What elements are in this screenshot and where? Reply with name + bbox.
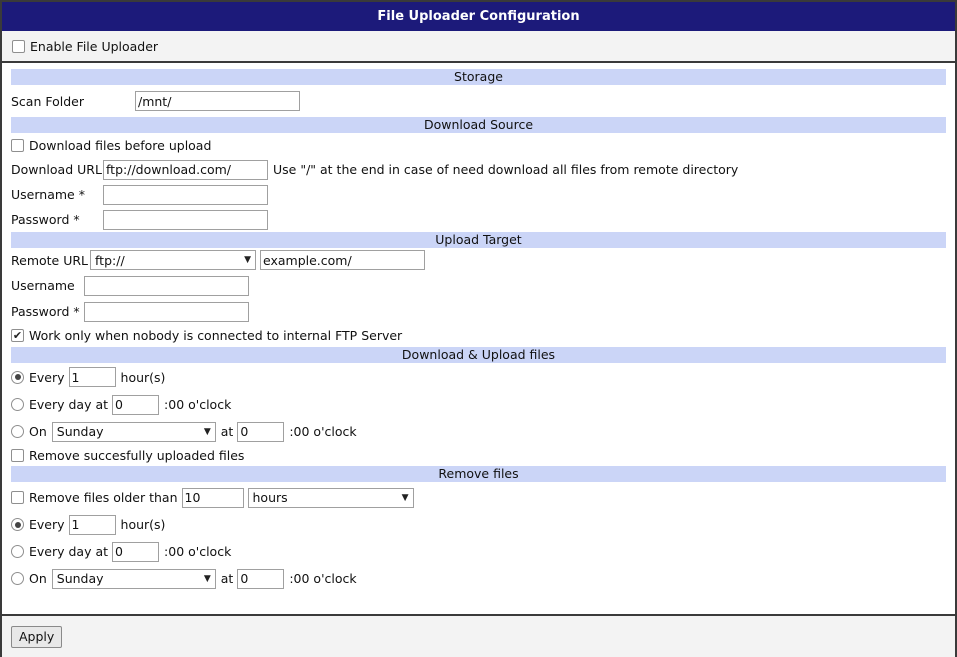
rf-every-input[interactable] [68, 514, 116, 535]
section-storage-header: Storage [11, 69, 946, 85]
older-than-checkbox[interactable] [11, 491, 24, 504]
scan-folder-input[interactable] [135, 91, 300, 111]
rf-on-row: On Sunday ▼ at :00 o'clock [11, 567, 946, 590]
upload-username-input[interactable] [84, 275, 249, 296]
radio-selected-dot [14, 521, 21, 528]
du-every-day-label: Every day at [29, 397, 109, 412]
section-remove-files-header: Remove files [11, 466, 946, 482]
download-password-row: Password * [11, 207, 946, 232]
du-every-day-row: Every day at :00 o'clock [11, 391, 946, 418]
scan-folder-row: Scan Folder [11, 85, 946, 117]
rf-every-day-radio[interactable] [11, 545, 24, 558]
rf-every-day-label: Every day at [29, 544, 109, 559]
upload-username-label: Username [11, 278, 75, 293]
chevron-down-icon: ▼ [244, 255, 251, 265]
rf-every-radio[interactable] [11, 518, 24, 531]
download-url-hint: Use "/" at the end in case of need downl… [273, 162, 739, 177]
download-before-row: Download files before upload [11, 133, 946, 157]
work-only-checkbox[interactable]: ✔ [11, 329, 24, 342]
download-before-label: Download files before upload [29, 137, 212, 153]
protocol-select[interactable]: ftp:// ▼ [90, 250, 256, 270]
work-only-row: ✔ Work only when nobody is connected to … [11, 324, 946, 347]
du-every-radio[interactable] [11, 370, 24, 384]
older-than-input[interactable] [181, 487, 244, 508]
rf-every-day-input[interactable] [112, 541, 160, 562]
remote-url-label: Remote URL [11, 252, 89, 268]
section-download-upload-header: Download & Upload files [11, 347, 946, 363]
remote-url-row: Remote URL ftp:// ▼ [11, 248, 946, 272]
du-day-select-value: Sunday [56, 424, 104, 439]
du-every-day-radio[interactable] [11, 398, 24, 411]
chevron-down-icon: ▼ [203, 426, 211, 437]
download-before-checkbox[interactable] [11, 138, 24, 152]
download-username-input[interactable] [103, 184, 268, 205]
rf-every-label: Every [29, 517, 65, 532]
scan-folder-label: Scan Folder [11, 93, 84, 109]
du-every-unit: hour(s) [120, 369, 166, 385]
du-on-hour-input[interactable] [237, 421, 285, 442]
protocol-select-value: ftp:// [95, 252, 125, 268]
rf-on-label: On [29, 571, 47, 586]
remove-uploaded-row: Remove succesfully uploaded files [11, 445, 946, 466]
work-only-label: Work only when nobody is connected to in… [29, 328, 403, 343]
radio-selected-dot [14, 374, 21, 380]
rf-on-hour-input[interactable] [237, 568, 285, 589]
chevron-down-icon: ▼ [401, 492, 409, 503]
download-url-row: Download URL Use "/" at the end in case … [11, 157, 946, 182]
rf-on-radio[interactable] [11, 572, 24, 585]
rf-day-select[interactable]: Sunday ▼ [51, 568, 216, 589]
apply-button[interactable]: Apply [11, 625, 63, 648]
download-password-input[interactable] [103, 209, 268, 230]
enable-file-uploader-label: Enable File Uploader [30, 38, 159, 54]
config-window: File Uploader Configuration Enable File … [0, 0, 957, 657]
download-username-row: Username * [11, 182, 946, 207]
remote-url-input[interactable] [260, 250, 425, 270]
upload-password-row: Password * [11, 299, 946, 324]
du-every-label: Every [29, 369, 65, 385]
download-password-label: Password * [11, 212, 80, 227]
rf-day-select-value: Sunday [56, 571, 104, 586]
remove-uploaded-checkbox[interactable] [11, 449, 24, 462]
rf-every-day-suffix: :00 o'clock [164, 544, 232, 559]
upload-password-input[interactable] [84, 301, 249, 322]
older-than-unit-select[interactable]: hours ▼ [247, 487, 414, 508]
download-url-input[interactable] [103, 159, 268, 180]
du-on-row: On Sunday ▼ at :00 o'clock [11, 418, 946, 445]
rf-every-unit: hour(s) [120, 517, 166, 532]
older-than-label: Remove files older than [29, 490, 178, 505]
du-every-day-input[interactable] [112, 394, 160, 415]
bottom-bar: Apply [2, 614, 955, 657]
rf-at-label: at [220, 571, 234, 586]
page-title: File Uploader Configuration [2, 2, 955, 31]
form-content: Storage Scan Folder Download Source Down… [2, 63, 955, 590]
older-than-row: Remove files older than hours ▼ [11, 482, 946, 513]
du-at-label: at [220, 424, 234, 439]
du-every-row: Every hour(s) [11, 363, 946, 391]
download-url-label: Download URL [11, 162, 102, 177]
rf-every-day-row: Every day at :00 o'clock [11, 536, 946, 567]
du-on-radio[interactable] [11, 425, 24, 438]
du-day-select[interactable]: Sunday ▼ [51, 421, 216, 442]
chevron-down-icon: ▼ [203, 573, 211, 584]
enable-row: Enable File Uploader [2, 31, 955, 63]
section-upload-target-header: Upload Target [11, 232, 946, 248]
remove-uploaded-label: Remove succesfully uploaded files [29, 448, 245, 463]
older-than-unit-value: hours [252, 490, 288, 505]
download-username-label: Username * [11, 187, 85, 202]
rf-every-row: Every hour(s) [11, 513, 946, 536]
rf-on-suffix: :00 o'clock [289, 571, 357, 586]
section-download-source-header: Download Source [11, 117, 946, 133]
upload-password-label: Password * [11, 304, 80, 319]
du-on-suffix: :00 o'clock [289, 424, 357, 439]
du-every-day-suffix: :00 o'clock [164, 397, 232, 412]
du-every-input[interactable] [68, 367, 116, 387]
enable-file-uploader-checkbox[interactable] [12, 39, 25, 53]
upload-username-row: Username [11, 272, 946, 299]
check-icon: ✔ [12, 329, 23, 342]
du-on-label: On [29, 424, 47, 439]
